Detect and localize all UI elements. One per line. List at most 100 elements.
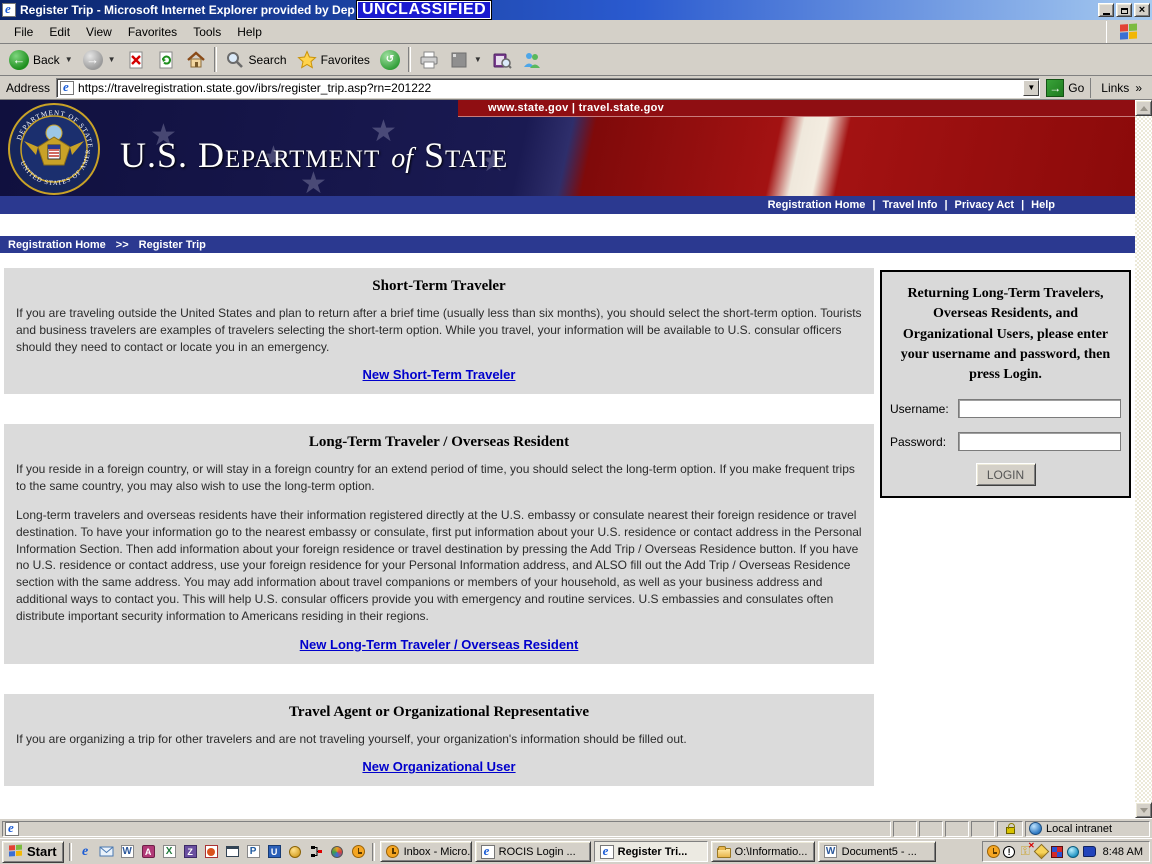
page-icon (60, 79, 75, 95)
username-label: Username: (890, 401, 949, 416)
quick-launch-publisher-icon[interactable]: P (245, 843, 262, 860)
edit-dropdown-icon[interactable]: ▼ (474, 55, 482, 64)
restore-button[interactable] (1116, 3, 1132, 17)
nav-help[interactable]: Help (1031, 199, 1055, 211)
home-button[interactable] (181, 48, 211, 72)
tray-display-grid-icon[interactable] (1051, 845, 1064, 858)
security-zone-panel: Local intranet (1025, 820, 1150, 837)
minimize-button[interactable] (1098, 3, 1114, 17)
quick-launch-org-chart-icon[interactable] (308, 843, 325, 860)
stop-button[interactable] (121, 48, 151, 72)
start-button[interactable]: Start (2, 840, 64, 863)
back-dropdown-icon[interactable]: ▼ (65, 55, 73, 64)
quick-launch-outlook-express-icon[interactable] (98, 843, 115, 860)
tray-pencil-icon[interactable] (1033, 843, 1049, 860)
forward-button[interactable]: → ▼ (78, 48, 121, 72)
edit-button[interactable]: ▼ (444, 48, 487, 72)
windows-logo-icon (1106, 21, 1150, 43)
quick-launch-show-desktop-icon[interactable] (224, 843, 241, 860)
refresh-button[interactable] (151, 48, 181, 72)
nav-registration-home[interactable]: Registration Home (768, 199, 866, 211)
new-long-term-traveler-link[interactable]: New Long-Term Traveler / Overseas Reside… (16, 637, 862, 652)
menu-file[interactable]: File (6, 22, 41, 42)
history-button[interactable]: ↺ (375, 48, 405, 72)
organizational-body: If you are organizing a trip for other t… (16, 731, 687, 746)
quick-launch-ie-icon[interactable]: e (77, 843, 94, 860)
state-gov-links[interactable]: www.state.gov | travel.state.gov (488, 102, 664, 114)
site-nav-bar: Registration Home | Travel Info | Privac… (0, 196, 1135, 214)
discuss-book-icon (493, 53, 512, 69)
quick-launch-media-player-icon[interactable] (329, 843, 346, 860)
menu-favorites[interactable]: Favorites (120, 22, 185, 42)
favorites-button[interactable]: Favorites (292, 48, 375, 72)
taskbar-button-register-trip[interactable]: Register Tri... (593, 841, 708, 862)
tray-clock-icon[interactable] (986, 845, 1000, 858)
returning-user-login-panel: Returning Long-Term Travelers, Overseas … (880, 270, 1131, 499)
scroll-up-button[interactable] (1135, 100, 1152, 116)
taskbar-button-document5[interactable]: W Document5 - ... (817, 841, 936, 862)
print-button[interactable] (414, 48, 444, 72)
quick-launch-app-blue-icon[interactable]: U (266, 843, 283, 860)
username-input[interactable] (958, 399, 1121, 419)
ie-icon (599, 843, 614, 859)
menu-help[interactable]: Help (229, 22, 270, 42)
forward-dropdown-icon[interactable]: ▼ (108, 55, 116, 64)
taskbar-button-inbox[interactable]: Inbox - Micro... (379, 841, 472, 862)
new-organizational-user-link[interactable]: New Organizational User (16, 759, 862, 774)
address-dropdown-icon[interactable]: ▼ (1023, 79, 1040, 96)
tray-key-disabled-icon[interactable]: ⚿ (1019, 841, 1035, 858)
address-field[interactable]: https://travelregistration.state.gov/ibr… (56, 77, 1041, 98)
quick-launch-frontpage-icon[interactable]: Z (182, 843, 199, 860)
links-toolbar[interactable]: Links » (1090, 77, 1148, 98)
status-panel (919, 820, 943, 837)
tray-alert-icon[interactable]: ! (1003, 845, 1016, 858)
quick-launch-msn-icon[interactable] (287, 843, 304, 860)
nav-privacy-act[interactable]: Privacy Act (955, 199, 1015, 211)
search-icon (226, 51, 243, 68)
address-url: https://travelregistration.state.gov/ibr… (78, 80, 432, 95)
go-button[interactable]: → Go (1046, 78, 1084, 97)
nav-separator: | (872, 199, 876, 211)
tray-network-icon[interactable] (1067, 845, 1080, 858)
print-icon (420, 51, 438, 68)
discuss-button[interactable] (487, 48, 517, 72)
nav-travel-info[interactable]: Travel Info (882, 199, 937, 211)
quick-launch-clock-app-icon[interactable] (350, 843, 367, 860)
taskbar-button-rocis-login[interactable]: ROCIS Login ... (474, 841, 591, 862)
search-button[interactable]: Search (220, 48, 292, 72)
forward-icon: → (82, 49, 103, 70)
menu-tools[interactable]: Tools (185, 22, 229, 42)
short-term-title: Short-Term Traveler (372, 278, 506, 294)
quick-launch-app-orange-icon[interactable] (203, 843, 220, 860)
menu-view[interactable]: View (78, 22, 120, 42)
close-button[interactable]: × (1134, 3, 1150, 17)
page-scrollbar[interactable] (1135, 100, 1152, 818)
menu-edit[interactable]: Edit (41, 22, 78, 42)
restore-icon (1120, 8, 1128, 14)
address-label: Address (6, 80, 51, 95)
breadcrumb-current: Register Trip (138, 238, 206, 251)
status-bar: Local intranet (0, 818, 1152, 838)
scroll-down-button[interactable] (1135, 802, 1152, 818)
quick-launch-excel-icon[interactable]: X (161, 843, 178, 860)
taskbar-clock[interactable]: 8:48 AM (1103, 846, 1143, 858)
window-title: Register Trip - Microsoft Internet Explo… (20, 3, 355, 17)
long-term-section: Long-Term Traveler / Overseas Resident I… (4, 424, 874, 664)
new-short-term-traveler-link[interactable]: New Short-Term Traveler (16, 367, 862, 382)
menu-bar: File Edit View Favorites Tools Help (0, 20, 1152, 44)
quick-launch-access-icon[interactable]: A (140, 843, 157, 860)
organizational-section: Travel Agent or Organizational Represent… (4, 693, 874, 787)
history-icon: ↺ (379, 49, 400, 70)
standard-toolbar: ← Back ▼ → ▼ Search Favorites ↺ ▼ (0, 44, 1152, 76)
password-input[interactable] (958, 432, 1121, 452)
login-button[interactable]: LOGIN (975, 463, 1036, 487)
state-gov-links-bar[interactable]: www.state.gov | travel.state.gov (458, 100, 1135, 117)
short-term-body: If you are traveling outside the United … (16, 306, 862, 354)
nav-separator: | (944, 199, 948, 211)
taskbar-button-folder[interactable]: O:\Informatio... (710, 841, 815, 862)
back-button[interactable]: ← Back ▼ (4, 48, 78, 72)
quick-launch-word-icon[interactable]: W (119, 843, 136, 860)
breadcrumb-home-link[interactable]: Registration Home (8, 239, 106, 251)
tray-address-book-icon[interactable] (1082, 845, 1096, 858)
messenger-button[interactable] (517, 48, 547, 72)
